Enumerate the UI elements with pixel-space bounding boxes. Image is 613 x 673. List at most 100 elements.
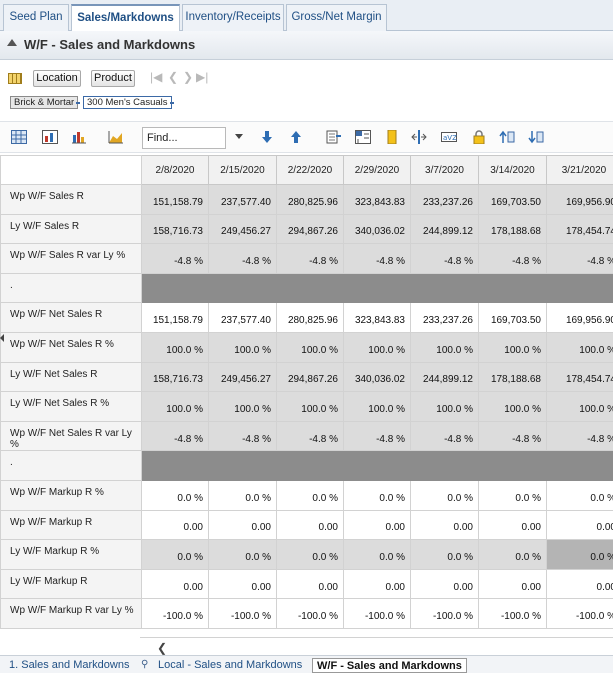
grid-cell[interactable]: 169,703.50	[478, 302, 547, 333]
worksheet-tab-local-sales-markdowns[interactable]: Local - Sales and Markdowns	[158, 658, 302, 673]
grid-cell[interactable]: -100.0 %	[141, 598, 209, 629]
next-page-icon[interactable]: ❯	[183, 70, 193, 84]
grid-cell[interactable]: 0.0 %	[276, 479, 344, 511]
grid-cell[interactable]: -100.0 %	[478, 598, 547, 629]
grid-cell[interactable]: -4.8 %	[141, 243, 209, 274]
column-header[interactable]: 2/22/2020	[276, 155, 344, 185]
scroll-left-icon[interactable]: ❮	[157, 641, 167, 655]
grid-cell[interactable]: -100.0 %	[410, 598, 479, 629]
grid-cell[interactable]: 323,843.83	[343, 302, 411, 333]
grid-cell[interactable]: 0.00	[208, 509, 277, 541]
breadcrumb-location[interactable]: Brick & Mortar	[10, 96, 79, 109]
row-header[interactable]: Ly W/F Markup R %	[0, 539, 142, 570]
grid-cell[interactable]: 151,158.79	[141, 302, 209, 333]
area-chart-icon[interactable]	[108, 130, 124, 144]
grid-cell[interactable]	[546, 272, 613, 304]
grid-cell[interactable]: 0.0 %	[546, 479, 613, 511]
grid-cell[interactable]: -4.8 %	[208, 243, 277, 274]
export-icon[interactable]	[326, 130, 342, 144]
grid-cell[interactable]: -4.8 %	[343, 243, 411, 274]
grid-cell[interactable]	[343, 272, 411, 304]
grid-cell[interactable]: 100.0 %	[276, 331, 344, 363]
worksheet-tab-wf-sales-markdowns[interactable]: W/F - Sales and Markdowns	[312, 658, 467, 673]
row-header[interactable]: Wp W/F Net Sales R var Ly %	[0, 420, 142, 452]
highlight-icon[interactable]	[384, 130, 400, 144]
first-page-icon[interactable]: |◀	[150, 70, 162, 84]
grid-cell[interactable]: 178,188.68	[478, 361, 547, 393]
row-header[interactable]: Wp W/F Markup R	[0, 509, 142, 541]
grid-cell[interactable]: 100.0 %	[208, 391, 277, 422]
grid-cell[interactable]: -100.0 %	[276, 598, 344, 629]
grid-cell[interactable]: 0.00	[546, 568, 613, 600]
grid-cell[interactable]: 0.0 %	[410, 479, 479, 511]
grid-cell[interactable]: 294,867.26	[276, 361, 344, 393]
grid-cell[interactable]: 100.0 %	[208, 331, 277, 363]
column-header[interactable]: 2/8/2020	[141, 155, 209, 185]
grid-cell[interactable]: 0.00	[141, 509, 209, 541]
grid-cell[interactable]: 0.0 %	[478, 479, 547, 511]
grid-cell[interactable]	[208, 450, 277, 481]
grid-cell[interactable]: 158,716.73	[141, 213, 209, 245]
grid-cell[interactable]: -4.8 %	[410, 243, 479, 274]
grid-cell[interactable]: 237,577.40	[208, 302, 277, 333]
pane-resize-handle-icon[interactable]	[0, 334, 4, 342]
grid-cell[interactable]: -100.0 %	[546, 598, 613, 629]
grid-cell[interactable]: 0.0 %	[478, 539, 547, 570]
grid-cell[interactable]: 0.00	[410, 509, 479, 541]
row-header[interactable]: Ly W/F Net Sales R %	[0, 391, 142, 422]
grid-cell[interactable]	[276, 450, 344, 481]
grid-cell[interactable]: 100.0 %	[478, 391, 547, 422]
location-button[interactable]: Location	[33, 70, 81, 87]
grid-cell[interactable]: -4.8 %	[343, 420, 411, 452]
grid-cell[interactable]: 294,867.26	[276, 213, 344, 245]
grid-cell[interactable]: 0.0 %	[276, 539, 344, 570]
grid-cell[interactable]: 158,716.73	[141, 361, 209, 393]
grid-cell[interactable]: 169,703.50	[478, 184, 547, 215]
row-header[interactable]: Wp W/F Net Sales R	[0, 302, 142, 333]
grid-cell[interactable]: 178,188.68	[478, 213, 547, 245]
grid-cell[interactable]: 249,456.27	[208, 361, 277, 393]
column-header[interactable]: 3/21/2020	[546, 155, 613, 185]
grid-cell[interactable]: 100.0 %	[546, 331, 613, 363]
find-input[interactable]: Find...	[142, 127, 226, 149]
grid-cell[interactable]	[410, 272, 479, 304]
grid-cell[interactable]: 0.0 %	[141, 539, 209, 570]
collapse-chevron-icon[interactable]	[7, 39, 17, 46]
move-down-icon[interactable]	[259, 130, 275, 144]
grid-cell[interactable]: 0.0 %	[343, 539, 411, 570]
column-header[interactable]: 2/15/2020	[208, 155, 277, 185]
grid-cell[interactable]	[546, 450, 613, 481]
grid-cell[interactable]: 0.00	[276, 568, 344, 600]
find-dropdown-icon[interactable]	[235, 134, 243, 139]
grid-cell[interactable]: 233,237.26	[410, 302, 479, 333]
grid-cell[interactable]: -4.8 %	[546, 243, 613, 274]
grid-cell[interactable]: -4.8 %	[478, 420, 547, 452]
grid-cell[interactable]: 100.0 %	[478, 331, 547, 363]
row-header[interactable]: Wp W/F Markup R %	[0, 479, 142, 511]
last-page-icon[interactable]: ▶|	[196, 70, 208, 84]
grid-cell[interactable]: 100.0 %	[343, 331, 411, 363]
tab-sales-markdowns[interactable]: Sales/Markdowns	[71, 4, 180, 32]
pin-icon[interactable]: ⚲	[141, 659, 148, 670]
grid-cell[interactable]: 178,454.74	[546, 213, 613, 245]
column-header[interactable]: 3/7/2020	[410, 155, 479, 185]
horizontal-scrollbar[interactable]	[140, 637, 613, 654]
grid-cell[interactable]: 280,825.96	[276, 184, 344, 215]
worksheet-tab-sales-markdowns[interactable]: 1. Sales and Markdowns	[9, 658, 129, 673]
grid-cell[interactable]: -4.8 %	[276, 243, 344, 274]
grid-cell[interactable]: 169,956.90	[546, 184, 613, 215]
tab-gross-net-margin[interactable]: Gross/Net Margin	[286, 4, 387, 31]
grid-cell[interactable]: -4.8 %	[410, 420, 479, 452]
split-icon[interactable]	[411, 130, 427, 144]
column-header[interactable]: 3/14/2020	[478, 155, 547, 185]
grid-cell[interactable]: 100.0 %	[343, 391, 411, 422]
grid-cell[interactable]: 280,825.96	[276, 302, 344, 333]
grid-cell[interactable]: 100.0 %	[410, 331, 479, 363]
grid-cell[interactable]: 0.0 %	[208, 479, 277, 511]
grid-cell[interactable]: 100.0 %	[276, 391, 344, 422]
expand-icon[interactable]	[499, 130, 515, 144]
grid-cell[interactable]	[478, 450, 547, 481]
grid-cell[interactable]: 0.00	[343, 509, 411, 541]
grid-cell[interactable]: 169,956.90	[546, 302, 613, 333]
grid-cell[interactable]: 0.00	[410, 568, 479, 600]
